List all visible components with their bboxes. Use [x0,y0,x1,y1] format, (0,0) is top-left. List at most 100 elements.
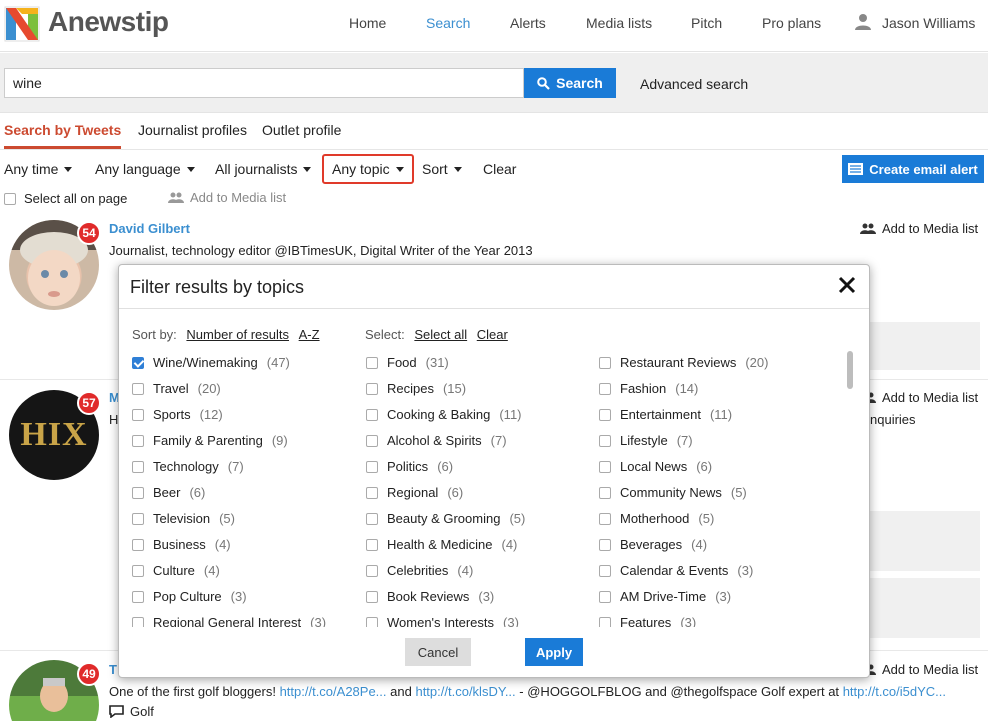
topic-checkbox[interactable] [599,616,611,627]
sort-by-az-link[interactable]: A-Z [299,327,320,342]
bio-link[interactable]: http://t.co/A28Pe... [280,684,387,699]
topic-checkbox[interactable] [132,460,144,473]
search-button[interactable]: Search [524,68,616,98]
topic-checkbox[interactable] [132,434,144,447]
user-icon[interactable] [854,13,872,31]
advanced-search-link[interactable]: Advanced search [640,76,748,92]
topic-checkbox[interactable] [599,512,611,525]
topic-option[interactable]: Food (31) [366,355,449,370]
topic-checkbox[interactable] [132,616,144,627]
bio-link[interactable]: http://t.co/i5dYC... [843,684,946,699]
apply-button[interactable]: Apply [525,638,583,666]
topic-option[interactable]: Beer (6) [132,485,205,500]
topic-option[interactable]: Fashion (14) [599,381,698,396]
topic-option[interactable]: Travel (20) [132,381,221,396]
topic-checkbox[interactable] [366,382,378,395]
topic-option[interactable]: Regional (6) [366,485,463,500]
cancel-button[interactable]: Cancel [405,638,471,666]
filter-language[interactable]: Any language [95,161,195,177]
topic-checkbox[interactable] [599,486,611,499]
topic-option[interactable]: Book Reviews (3) [366,589,494,604]
topic-checkbox[interactable] [599,590,611,603]
topic-option[interactable]: Cooking & Baking (11) [366,407,522,422]
nav-pro-plans[interactable]: Pro plans [762,15,821,31]
tab-outlet-profile[interactable]: Outlet profile [262,122,341,146]
topic-list-scrollbar[interactable] [847,351,853,389]
anewstip-logo-icon[interactable] [4,6,40,42]
nav-search[interactable]: Search [426,15,470,31]
topic-checkbox[interactable] [366,590,378,603]
journalist-name[interactable]: David Gilbert [109,221,190,236]
brand-name[interactable]: Anewstip [48,6,169,38]
topic-option[interactable]: Restaurant Reviews (20) [599,355,768,370]
topic-option[interactable]: Culture (4) [132,563,220,578]
topic-option[interactable]: AM Drive-Time (3) [599,589,731,604]
nav-pitch[interactable]: Pitch [691,15,722,31]
tab-journalist-profiles[interactable]: Journalist profiles [138,122,247,146]
bulk-add-to-media-list[interactable]: Add to Media list [168,190,286,205]
search-input[interactable] [4,68,524,98]
topic-option[interactable]: Women's Interests (3) [366,615,519,627]
topic-checkbox[interactable] [132,356,144,369]
topic-option[interactable]: Family & Parenting (9) [132,433,288,448]
select-all-checkbox[interactable] [4,192,16,205]
topic-checkbox[interactable] [599,356,611,369]
topic-option[interactable]: Recipes (15) [366,381,466,396]
filter-clear[interactable]: Clear [483,161,516,177]
topic-checkbox[interactable] [599,564,611,577]
filter-time[interactable]: Any time [4,161,73,177]
topic-checkbox[interactable] [366,538,378,551]
topic-option[interactable]: Celebrities (4) [366,563,473,578]
topic-option[interactable]: Business (4) [132,537,231,552]
bio-link[interactable]: http://t.co/klsDY... [415,684,515,699]
topic-checkbox[interactable] [599,460,611,473]
add-to-media-list-button[interactable]: Add to Media list [860,662,978,677]
topic-option[interactable]: Technology (7) [132,459,244,474]
topic-option[interactable]: Regional General Interest (3) [132,615,326,627]
topic-checkbox[interactable] [366,408,378,421]
topic-option[interactable]: Alcohol & Spirits (7) [366,433,507,448]
topic-checkbox[interactable] [599,434,611,447]
close-icon[interactable] [837,275,857,295]
topic-option[interactable]: Sports (12) [132,407,223,422]
topic-option[interactable]: Pop Culture (3) [132,589,247,604]
topic-option[interactable]: Motherhood (5) [599,511,714,526]
topic-checkbox[interactable] [366,564,378,577]
select-all-topics-link[interactable]: Select all [414,327,467,342]
topic-checkbox[interactable] [132,382,144,395]
topic-option[interactable]: Calendar & Events (3) [599,563,753,578]
topic-checkbox[interactable] [132,564,144,577]
topic-checkbox[interactable] [366,512,378,525]
nav-alerts[interactable]: Alerts [510,15,546,31]
topic-option[interactable]: Wine/Winemaking (47) [132,355,290,370]
topic-checkbox[interactable] [132,512,144,525]
user-name[interactable]: Jason Williams [882,15,975,31]
topic-checkbox[interactable] [132,590,144,603]
topic-checkbox[interactable] [132,486,144,499]
topic-option[interactable]: Entertainment (11) [599,407,732,422]
add-to-media-list-button[interactable]: Add to Media list [860,221,978,236]
topic-checkbox[interactable] [366,434,378,447]
topic-checkbox[interactable] [366,356,378,369]
filter-journalists[interactable]: All journalists [215,161,312,177]
topic-checkbox[interactable] [132,538,144,551]
journalist-name[interactable]: T [109,662,117,677]
topic-option[interactable]: Politics (6) [366,459,453,474]
topic-option[interactable]: Beauty & Grooming (5) [366,511,525,526]
filter-topic[interactable]: Any topic [322,154,414,184]
topic-checkbox[interactable] [599,408,611,421]
topic-option[interactable]: Beverages (4) [599,537,707,552]
topic-checkbox[interactable] [599,382,611,395]
add-to-media-list-button[interactable]: Add to Media list [860,390,978,405]
topic-checkbox[interactable] [132,408,144,421]
nav-media-lists[interactable]: Media lists [586,15,652,31]
topic-option[interactable]: Health & Medicine (4) [366,537,517,552]
nav-home[interactable]: Home [349,15,386,31]
tab-search-by-tweets[interactable]: Search by Tweets [4,122,122,149]
topic-checkbox[interactable] [366,486,378,499]
topic-option[interactable]: Lifestyle (7) [599,433,693,448]
clear-topics-link[interactable]: Clear [477,327,508,342]
filter-sort[interactable]: Sort [422,161,462,177]
topic-checkbox[interactable] [366,616,378,627]
topic-option[interactable]: Television (5) [132,511,235,526]
